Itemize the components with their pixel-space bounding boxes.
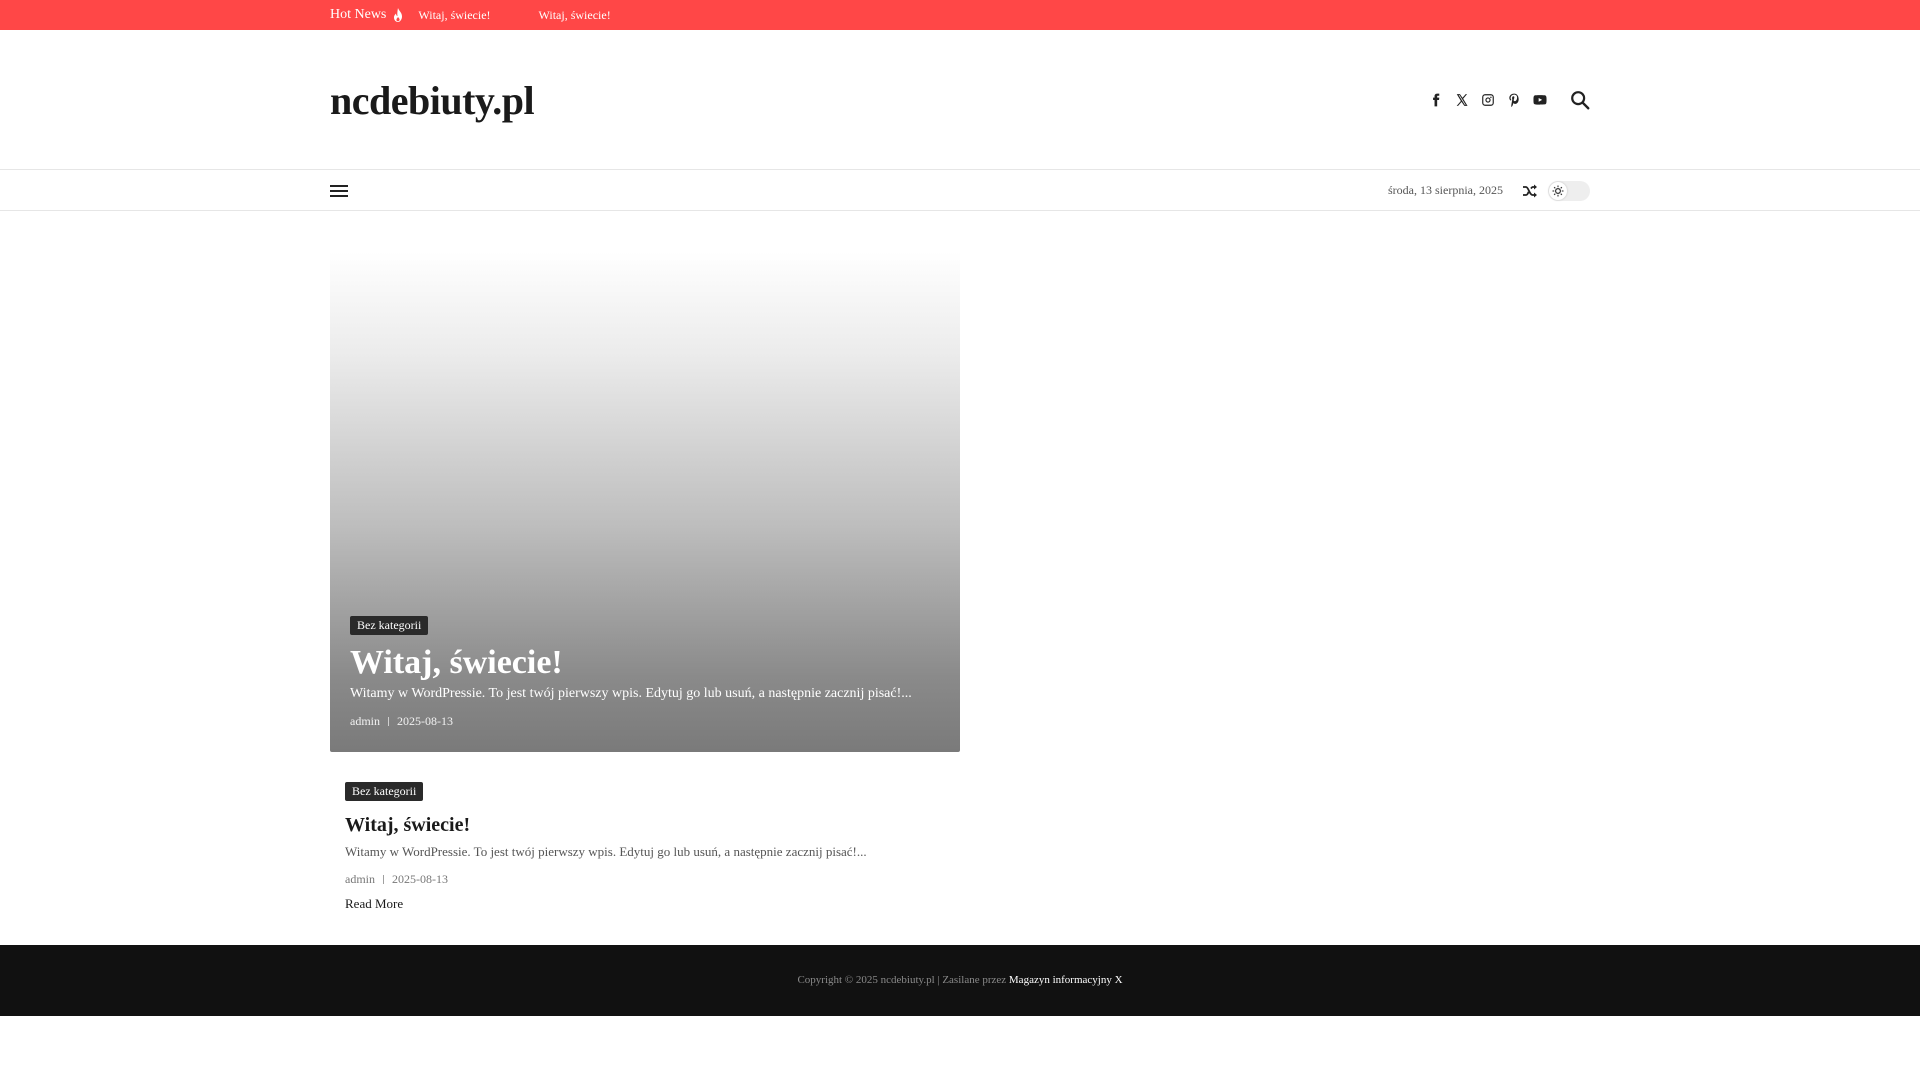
youtube-icon[interactable] (1532, 90, 1548, 110)
featured-post-title[interactable]: Witaj, świecie! (350, 644, 563, 682)
read-more-link[interactable]: Read More (345, 896, 403, 912)
post-author[interactable]: admin (345, 872, 375, 887)
search-icon (1571, 91, 1590, 110)
instagram-icon[interactable] (1480, 90, 1496, 110)
ticker-link[interactable]: Witaj, świecie! (418, 8, 490, 23)
post-author[interactable]: admin (350, 714, 380, 729)
site-footer: Copyright © 2025 ncdebiuty.pl | Zasilane… (0, 945, 1920, 1016)
post-meta: admin 2025-08-13 (345, 872, 448, 887)
news-ticker: Witaj, świecie! Witaj, świecie! (418, 8, 658, 23)
fire-icon (394, 8, 403, 22)
toggle-knob (1549, 182, 1567, 200)
theme-link[interactable]: Magazyn informacyjny X (1009, 974, 1123, 986)
x-icon[interactable] (1454, 90, 1470, 110)
post-title[interactable]: Witaj, świecie! (345, 814, 470, 837)
post-date[interactable]: 2025-08-13 (392, 872, 448, 887)
facebook-icon[interactable] (1428, 90, 1444, 110)
social-links (1428, 90, 1548, 110)
copyright-text: Copyright © 2025 ncdebiuty.pl | Zasilane… (797, 974, 1007, 986)
post-excerpt: Witamy w WordPressie. To jest twój pierw… (345, 844, 867, 859)
site-header: ncdebiuty.pl (0, 30, 1920, 170)
meta-separator (383, 875, 384, 884)
dark-mode-toggle[interactable] (1548, 181, 1590, 201)
random-post-button[interactable] (1522, 183, 1538, 199)
featured-post-meta: admin 2025-08-13 (350, 714, 453, 729)
featured-post-card[interactable]: Bez kategorii Witaj, świecie! Witamy w W… (330, 252, 960, 752)
shuffle-icon (1523, 184, 1537, 198)
meta-separator (388, 717, 389, 726)
search-button[interactable] (1568, 88, 1592, 112)
hamburger-menu-icon[interactable] (330, 183, 348, 199)
nav-bar: środa, 13 sierpnia, 2025 (0, 171, 1920, 211)
featured-post-excerpt: Witamy w WordPressie. To jest twój pierw… (350, 686, 912, 701)
current-date: środa, 13 sierpnia, 2025 (1388, 183, 1503, 197)
ticker-link[interactable]: Witaj, świecie! (539, 8, 611, 23)
hot-news-text: Hot News (330, 7, 387, 22)
hot-news-label: Hot News (330, 7, 404, 23)
sun-icon (1552, 185, 1564, 197)
category-badge[interactable]: Bez kategorii (350, 616, 429, 635)
site-title[interactable]: ncdebiuty.pl (330, 77, 535, 124)
hot-news-bar: Hot News Witaj, świecie! Witaj, świecie! (0, 0, 1920, 30)
category-badge[interactable]: Bez kategorii (345, 782, 424, 801)
pinterest-icon[interactable] (1506, 90, 1522, 110)
post-date[interactable]: 2025-08-13 (397, 714, 453, 729)
footer-copyright: Copyright © 2025 ncdebiuty.pl | Zasilane… (0, 974, 1920, 986)
